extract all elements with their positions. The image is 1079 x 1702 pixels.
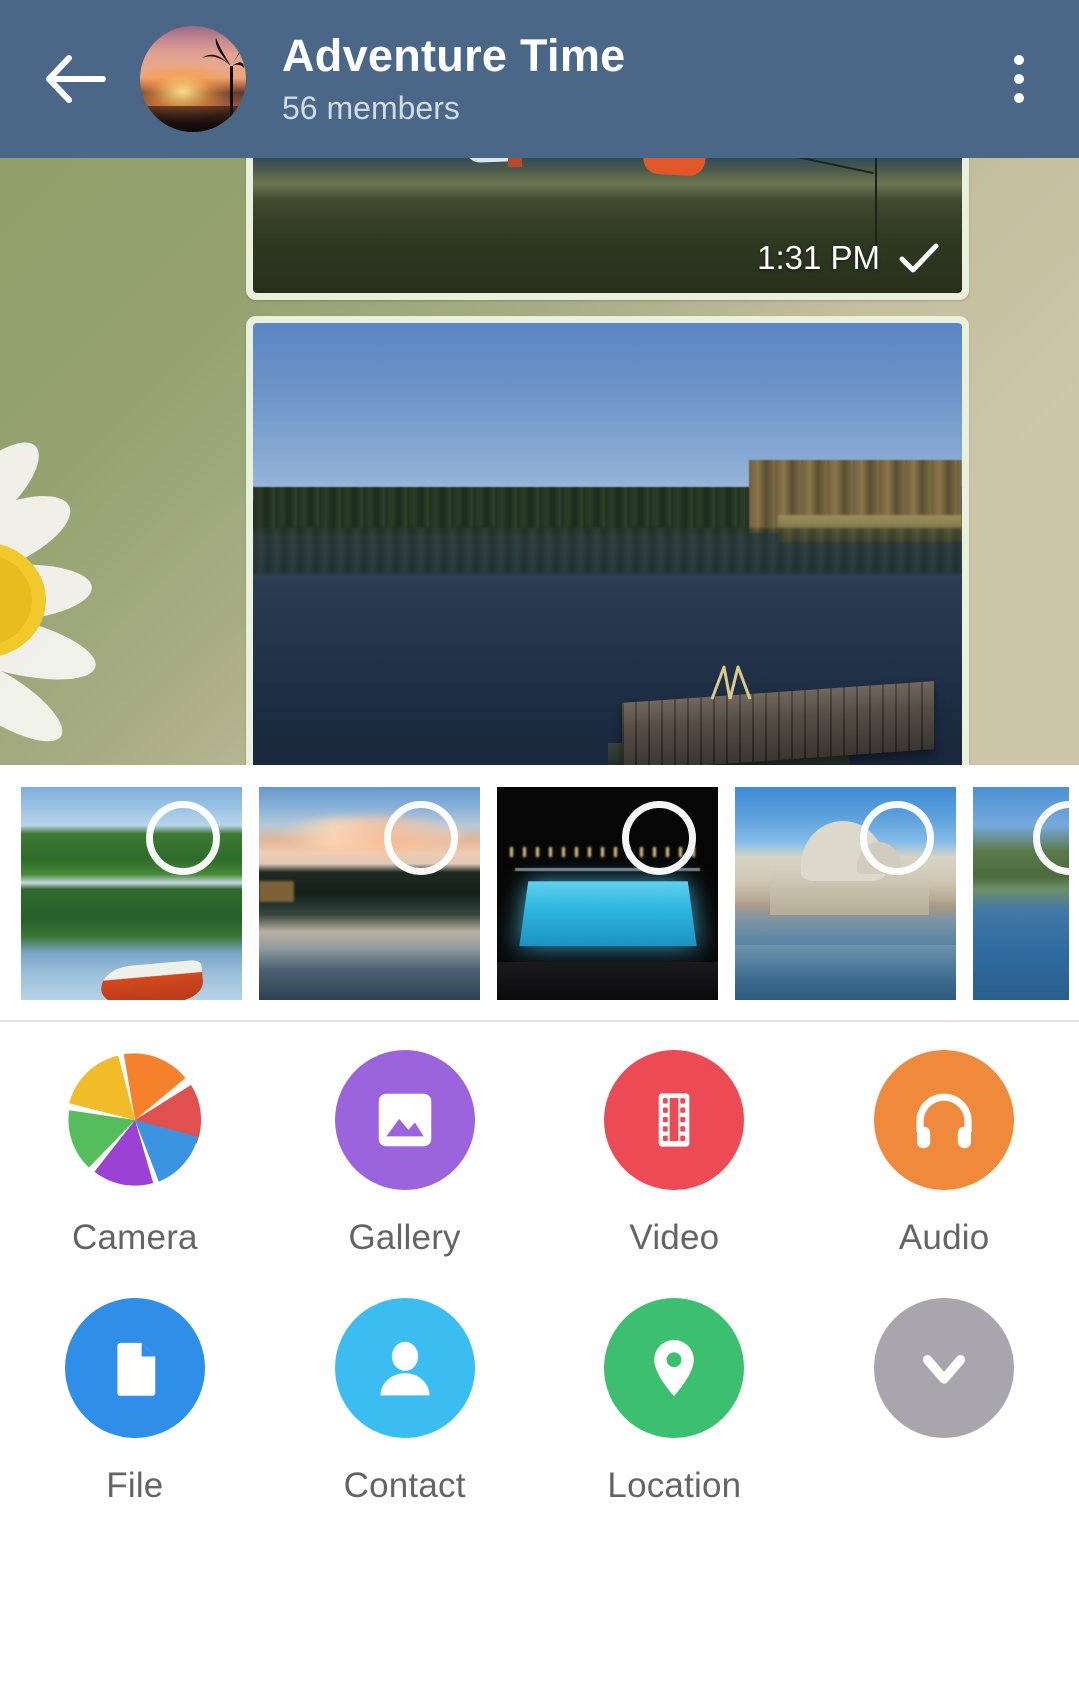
member-count: 56 members: [282, 89, 987, 127]
photo-thumbnail-strip[interactable]: [0, 765, 1079, 1020]
contact-person-icon: [370, 1333, 440, 1403]
avatar[interactable]: [140, 26, 246, 132]
thumbnail-item[interactable]: [497, 787, 718, 1000]
audio-icon-wrap: [874, 1050, 1014, 1190]
collapse-icon-wrap: [874, 1298, 1014, 1438]
reflection-decor: [253, 528, 962, 574]
shore-decor: [259, 881, 294, 902]
video-icon-wrap: [604, 1050, 744, 1190]
attachment-panel: Camera Gallery Video Audio File Contact …: [0, 1020, 1079, 1702]
attach-label-file: File: [106, 1466, 163, 1506]
camera-icon-wrap: [65, 1050, 205, 1190]
deck-decor: [497, 962, 718, 1000]
boat-decor: [99, 959, 204, 1000]
video-film-icon: [640, 1086, 708, 1154]
single-check-icon: [898, 242, 940, 274]
back-button[interactable]: [40, 43, 112, 115]
overflow-menu-icon: [1014, 55, 1024, 65]
location-pin-icon: [641, 1335, 707, 1401]
overflow-menu-button[interactable]: [987, 37, 1051, 121]
avatar-foreground: [140, 106, 246, 132]
water-decor: [735, 945, 956, 1000]
message-timestamp: 1:31 PM: [757, 239, 880, 277]
gallery-image-icon: [370, 1085, 440, 1155]
attach-label-location: Location: [607, 1466, 741, 1506]
selection-circle-icon[interactable]: [384, 801, 458, 875]
boat-decor: [642, 158, 705, 177]
header-title-block: Adventure Time 56 members: [282, 31, 987, 128]
wallpaper-daisy-decor: [0, 388, 240, 765]
file-icon-wrap: [65, 1298, 205, 1438]
message-bubble[interactable]: 1:31 PM: [246, 158, 969, 300]
chevron-down-icon: [911, 1335, 977, 1401]
attach-option-collapse[interactable]: [809, 1298, 1079, 1524]
thumbnail-row: [21, 787, 1069, 1000]
page-title: Adventure Time: [282, 31, 987, 81]
selection-circle-icon[interactable]: [146, 801, 220, 875]
overflow-menu-icon: [1014, 74, 1024, 84]
attach-label-audio: Audio: [899, 1218, 990, 1258]
camera-shutter-icon: [65, 1050, 205, 1190]
message-meta: 1:31 PM: [757, 239, 940, 277]
audio-headphones-icon: [908, 1084, 980, 1156]
pier-decor: [622, 681, 934, 765]
attach-option-audio[interactable]: Audio: [809, 1050, 1079, 1276]
message-list[interactable]: 1:31 PM: [0, 158, 1079, 765]
pool-decor: [519, 882, 696, 947]
thumbnail-item[interactable]: [973, 787, 1069, 1000]
hanger-decor: [704, 663, 756, 701]
attach-option-camera[interactable]: Camera: [0, 1050, 270, 1276]
tree-decor: [727, 158, 874, 174]
message-bubble[interactable]: [246, 316, 969, 765]
back-arrow-icon: [45, 54, 107, 104]
contact-icon-wrap: [335, 1298, 475, 1438]
attach-label-contact: Contact: [344, 1466, 466, 1506]
selection-circle-icon[interactable]: [1033, 801, 1069, 875]
attach-option-location[interactable]: Location: [540, 1298, 810, 1524]
message-photo[interactable]: [253, 323, 962, 765]
chair-decor: [508, 158, 522, 167]
attach-label-video: Video: [629, 1218, 719, 1258]
attach-option-gallery[interactable]: Gallery: [270, 1050, 540, 1276]
attach-label-gallery: Gallery: [348, 1218, 460, 1258]
file-document-icon: [103, 1336, 167, 1400]
attach-option-file[interactable]: File: [0, 1298, 270, 1524]
attach-label-camera: Camera: [72, 1218, 198, 1258]
attachment-grid: Camera Gallery Video Audio File Contact …: [0, 1022, 1079, 1524]
thumbnail-item[interactable]: [259, 787, 480, 1000]
location-icon-wrap: [604, 1298, 744, 1438]
gallery-icon-wrap: [335, 1050, 475, 1190]
message-photo[interactable]: 1:31 PM: [253, 158, 962, 293]
attach-option-video[interactable]: Video: [540, 1050, 810, 1276]
chat-header: Adventure Time 56 members: [0, 0, 1079, 158]
chat-screen: Adventure Time 56 members 1:31 PM Camera…: [0, 0, 1079, 1702]
overflow-menu-icon: [1014, 93, 1024, 103]
thumbnail-item[interactable]: [735, 787, 956, 1000]
attach-option-contact[interactable]: Contact: [270, 1298, 540, 1524]
selection-circle-icon[interactable]: [860, 801, 934, 875]
thumbnail-item[interactable]: [21, 787, 242, 1000]
selection-circle-icon[interactable]: [622, 801, 696, 875]
